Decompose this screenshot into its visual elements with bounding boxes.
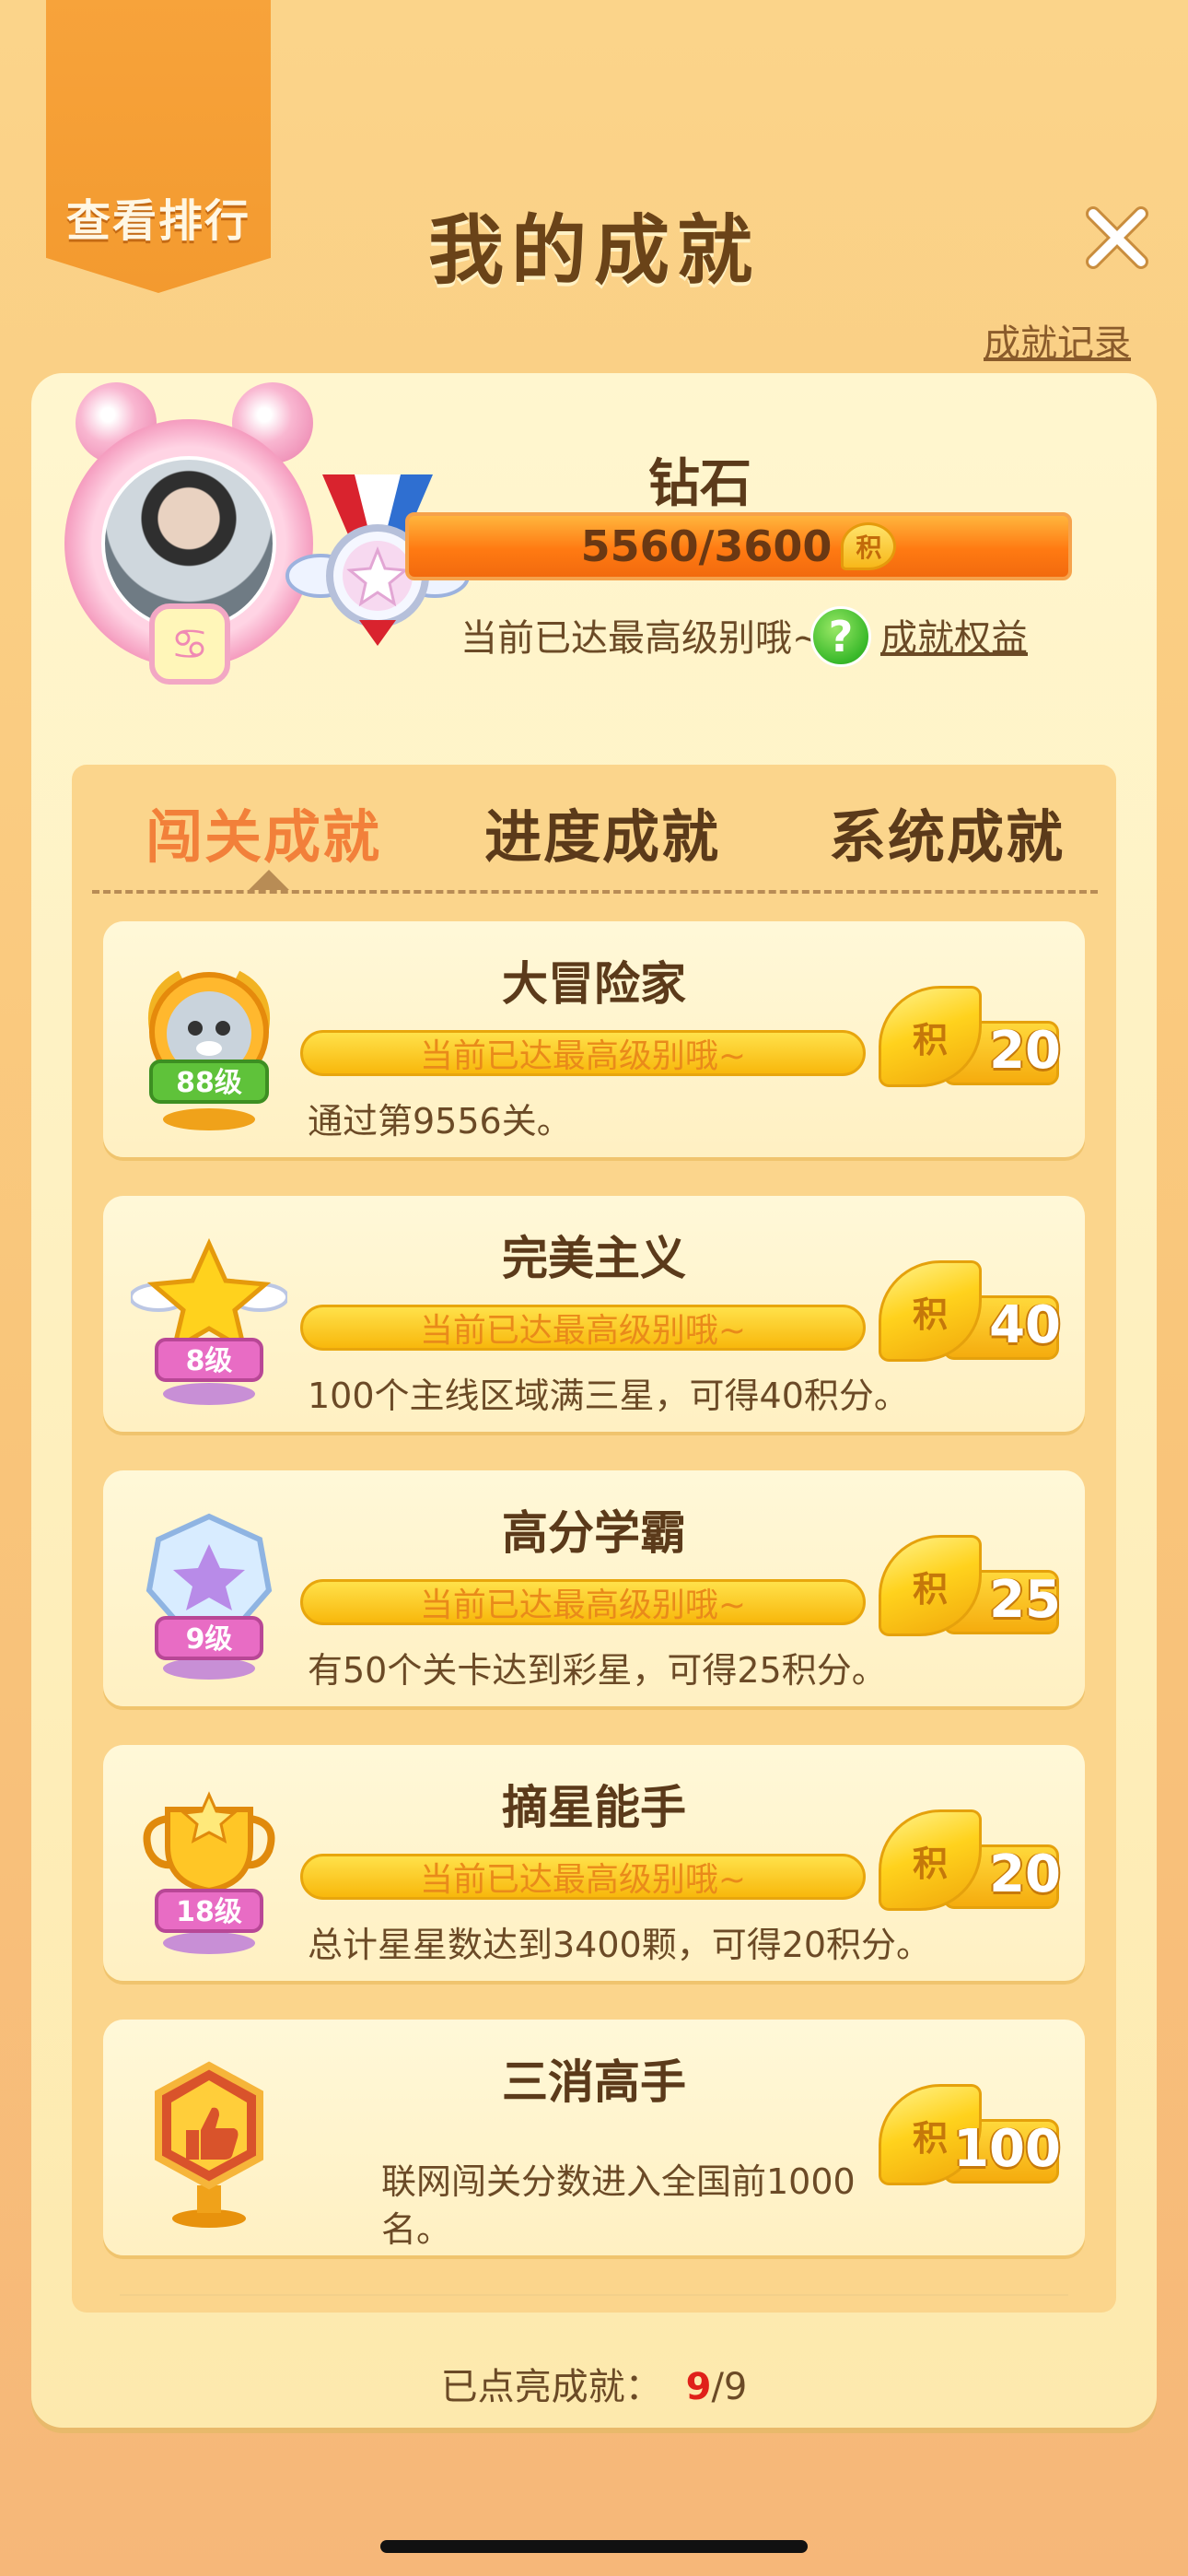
tab-level-achievements[interactable]: 闯关成就 <box>146 790 381 873</box>
help-icon[interactable]: ? <box>810 606 871 667</box>
achievement-progress-bar: 当前已达最高级别哦~ <box>300 1579 866 1625</box>
level-status-note: 当前已达最高级别哦~ <box>460 617 823 660</box>
reward-coin-icon: 积 100 <box>879 2084 1061 2195</box>
reward-points: 20 <box>989 1021 1061 1081</box>
reward-coin-icon: 积 40 <box>879 1260 1061 1371</box>
achievement-card-match3-master[interactable]: 三消高手 联网闯关分数进入全国前1000名。 积 100 <box>103 2020 1085 2255</box>
zodiac-cancer-icon: ♋ <box>149 603 230 685</box>
achievement-description: 有50个关卡达到彩星，可得25积分。 <box>308 1650 887 1691</box>
badge-level-label: 8级 <box>186 1345 233 1377</box>
lit-achievements-count: 9 <box>685 2366 712 2408</box>
active-tab-caret-icon <box>249 870 289 890</box>
reward-coin-icon: 积 20 <box>879 986 1061 1096</box>
lit-achievements-label: 已点亮成就： <box>440 2366 662 2408</box>
badge-level-label: 18级 <box>176 1896 242 1928</box>
reward-points: 40 <box>989 1295 1061 1355</box>
reward-points: 100 <box>953 2119 1061 2179</box>
achievement-card-perfectionist[interactable]: 8级 完美主义 当前已达最高级别哦~ 100个主线区域满三星，可得40积分。 积… <box>103 1196 1085 1432</box>
lit-achievements-total: /9 <box>711 2366 748 2408</box>
points-coin-icon: 积 <box>841 522 897 570</box>
achievement-description: 通过第9556关。 <box>308 1101 572 1142</box>
reward-points: 20 <box>989 1844 1061 1904</box>
achievement-progress-bar: 当前已达最高级别哦~ <box>300 1854 866 1900</box>
reward-points: 25 <box>989 1570 1061 1630</box>
achievement-tabs: 闯关成就 进度成就 系统成就 <box>72 790 1116 892</box>
lit-achievements-summary: 已点亮成就： 9/9 <box>0 2357 1188 2410</box>
level-name: 钻石 <box>648 454 751 514</box>
badge-level-label: 9级 <box>186 1623 233 1656</box>
achievement-description: 总计星星数达到3400颗，可得20积分。 <box>308 1925 932 1965</box>
close-icon[interactable] <box>1082 203 1152 273</box>
tab-progress-achievements[interactable]: 进度成就 <box>484 790 720 873</box>
tab-system-achievements[interactable]: 系统成就 <box>829 790 1065 873</box>
achievement-card-high-scorer[interactable]: 9级 高分学霸 当前已达最高级别哦~ 有50个关卡达到彩星，可得25积分。 积 … <box>103 1470 1085 1706</box>
achievement-progress-bar: 当前已达最高级别哦~ <box>300 1030 866 1076</box>
level-points-value: 5560/3600 <box>580 521 833 571</box>
list-end-divider <box>120 2294 1068 2296</box>
achievement-description: 100个主线区域满三星，可得40积分。 <box>308 1376 909 1416</box>
achievement-benefits-link[interactable]: 成就权益 <box>880 608 1028 662</box>
level-points-bar: 5560/3600 积 <box>405 512 1072 580</box>
achievement-card-adventurer[interactable]: 88级 大冒险家 当前已达最高级别哦~ 通过第9556关。 积 20 <box>103 921 1085 1157</box>
achievement-description: 联网闯关分数进入全国前1000名。 <box>381 2161 856 2250</box>
tab-divider <box>92 890 1098 894</box>
achievement-card-star-collector[interactable]: 18级 摘星能手 当前已达最高级别哦~ 总计星星数达到3400颗，可得20积分。… <box>103 1745 1085 1981</box>
page-title: 我的成就 <box>427 207 760 295</box>
avatar[interactable]: ♋ <box>48 382 324 686</box>
achievement-progress-bar: 当前已达最高级别哦~ <box>300 1305 866 1351</box>
achievement-record-link[interactable]: 成就记录 <box>984 313 1131 367</box>
reward-coin-icon: 积 25 <box>879 1535 1061 1645</box>
reward-coin-icon: 积 20 <box>879 1809 1061 1920</box>
home-indicator[interactable] <box>380 2540 808 2553</box>
badge-level-label: 88级 <box>176 1067 242 1099</box>
